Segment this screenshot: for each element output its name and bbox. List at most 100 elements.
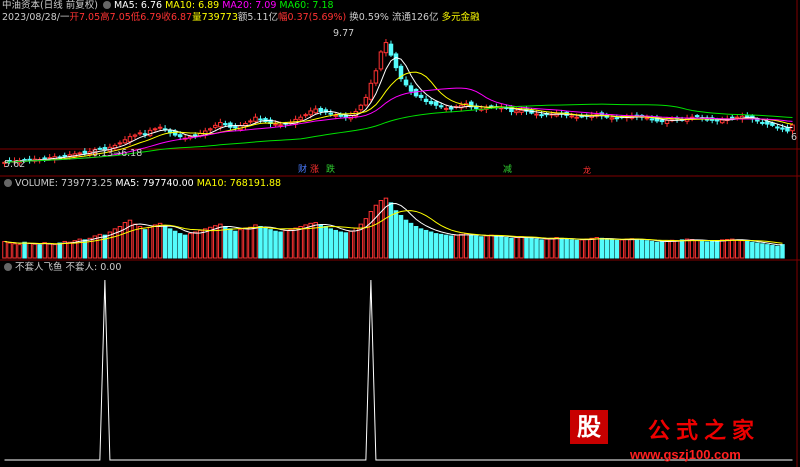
volume-bar — [7, 242, 12, 259]
volume-bar — [328, 228, 334, 259]
volume-bar — [479, 236, 484, 259]
volume-bar — [67, 241, 73, 259]
volume-settings-icon[interactable] — [4, 179, 12, 187]
volume-bar — [584, 238, 589, 259]
volume-bar — [348, 230, 354, 259]
candle-body — [363, 96, 369, 106]
event-tag-finance[interactable]: 财 — [297, 165, 308, 176]
volume-bar — [433, 233, 439, 259]
indicator-value: 不套人: 0.00 — [65, 262, 122, 273]
volume-bar — [413, 226, 419, 259]
candle-body — [418, 94, 424, 98]
volume-bar — [218, 223, 223, 259]
event-tag-rise[interactable]: 涨 — [309, 165, 320, 176]
ma5-line — [4, 57, 793, 163]
candle-body — [278, 124, 283, 127]
volume-bar — [484, 235, 489, 259]
watermark-site: www.gszj100.com — [630, 447, 741, 462]
volume-bar — [654, 241, 660, 259]
candle-body — [614, 117, 620, 120]
candle-body — [208, 128, 213, 131]
volume-bar — [499, 236, 504, 259]
volume-bar — [12, 243, 17, 259]
volume-bar — [614, 239, 620, 259]
volume-bar — [57, 242, 62, 259]
quote-amount: 额5.11亿 — [237, 12, 279, 23]
candle-body — [574, 116, 579, 119]
candle-body — [132, 134, 138, 137]
volume-bar — [709, 240, 715, 259]
event-tag-dragon[interactable]: 龙 — [582, 165, 592, 176]
watermark-brand: 公式之家 — [648, 418, 761, 444]
volume-bar — [549, 237, 554, 259]
candle-body — [423, 98, 429, 103]
volume-bar — [263, 227, 268, 259]
volume-bar — [147, 226, 153, 259]
volume-bar — [719, 239, 725, 259]
volume-bar — [438, 233, 444, 259]
volume-bar — [428, 231, 434, 259]
volume-bar — [388, 202, 394, 259]
candle-body — [569, 115, 574, 118]
candle-body — [213, 124, 218, 128]
volume-bar — [177, 233, 183, 259]
volume-bar — [524, 237, 529, 259]
event-tag-reduce[interactable]: 减 — [502, 165, 513, 176]
volume-bar — [37, 244, 42, 259]
quote-date: 2023/08/28/一 — [2, 12, 70, 23]
volume-bar — [704, 241, 710, 259]
main-header: 中油资本(日线 前复权) MA5: 6.76 MA10: 6.89 MA20: 7.0… — [2, 0, 337, 12]
volume-bar — [724, 238, 730, 259]
volume-bar — [253, 224, 258, 259]
candle-body — [755, 119, 760, 122]
candle-body — [77, 152, 83, 155]
candle-body — [117, 142, 123, 145]
volume-bar — [172, 230, 178, 259]
volume-bar — [689, 238, 695, 259]
event-tag-fall[interactable]: 跌 — [325, 165, 336, 176]
settings-circle-icon[interactable] — [102, 1, 111, 9]
candle-body — [539, 114, 544, 117]
candle-body — [62, 154, 67, 157]
quote-float: 流通126亿 — [391, 12, 439, 23]
volume-bar — [278, 231, 283, 259]
volume-bar — [368, 211, 374, 259]
volume-header: VOLUME: 739773.25 MA5: 797740.00 MA10: 768… — [2, 178, 284, 190]
volume-bar — [192, 231, 198, 259]
volume-bar — [669, 239, 675, 259]
quote-high: 高7.05 — [100, 12, 131, 23]
volume-bar — [659, 241, 665, 259]
candle-body — [780, 127, 785, 130]
volume-bar — [197, 229, 203, 259]
candle-body — [127, 136, 133, 143]
volume-bar — [418, 228, 424, 259]
volume-bar — [714, 240, 720, 259]
volume-bar — [604, 238, 610, 259]
indicator-settings-icon[interactable] — [4, 263, 12, 271]
volume-bar — [544, 238, 549, 259]
volume-bar — [755, 242, 760, 259]
volume-bar — [735, 239, 740, 259]
volume-ma5: MA5: 797740.00 — [115, 178, 194, 189]
volume-bar — [765, 244, 770, 259]
volume-bar — [363, 218, 369, 259]
volume-bar — [730, 238, 735, 259]
volume-bar — [453, 234, 459, 259]
candle-body — [433, 101, 439, 106]
candle-body — [273, 123, 278, 126]
candle-body — [177, 134, 183, 138]
volume-bar — [579, 239, 584, 259]
high-price-label: 9.77 — [333, 28, 355, 39]
kline-chart[interactable] — [0, 0, 800, 467]
volume-bar — [248, 226, 253, 259]
candle-body — [192, 134, 198, 137]
candle-body — [765, 121, 770, 125]
quote-line: 2023/08/28/一开7.05高7.05低6.79收6.87量739773额… — [2, 12, 483, 24]
low-price-label: 5.62 — [4, 159, 26, 170]
volume-bar — [343, 232, 349, 259]
volume-bar — [288, 229, 293, 259]
candle-body — [303, 114, 308, 117]
candle-body — [438, 105, 444, 108]
volume-bar — [47, 243, 52, 259]
candle-body — [534, 113, 539, 116]
